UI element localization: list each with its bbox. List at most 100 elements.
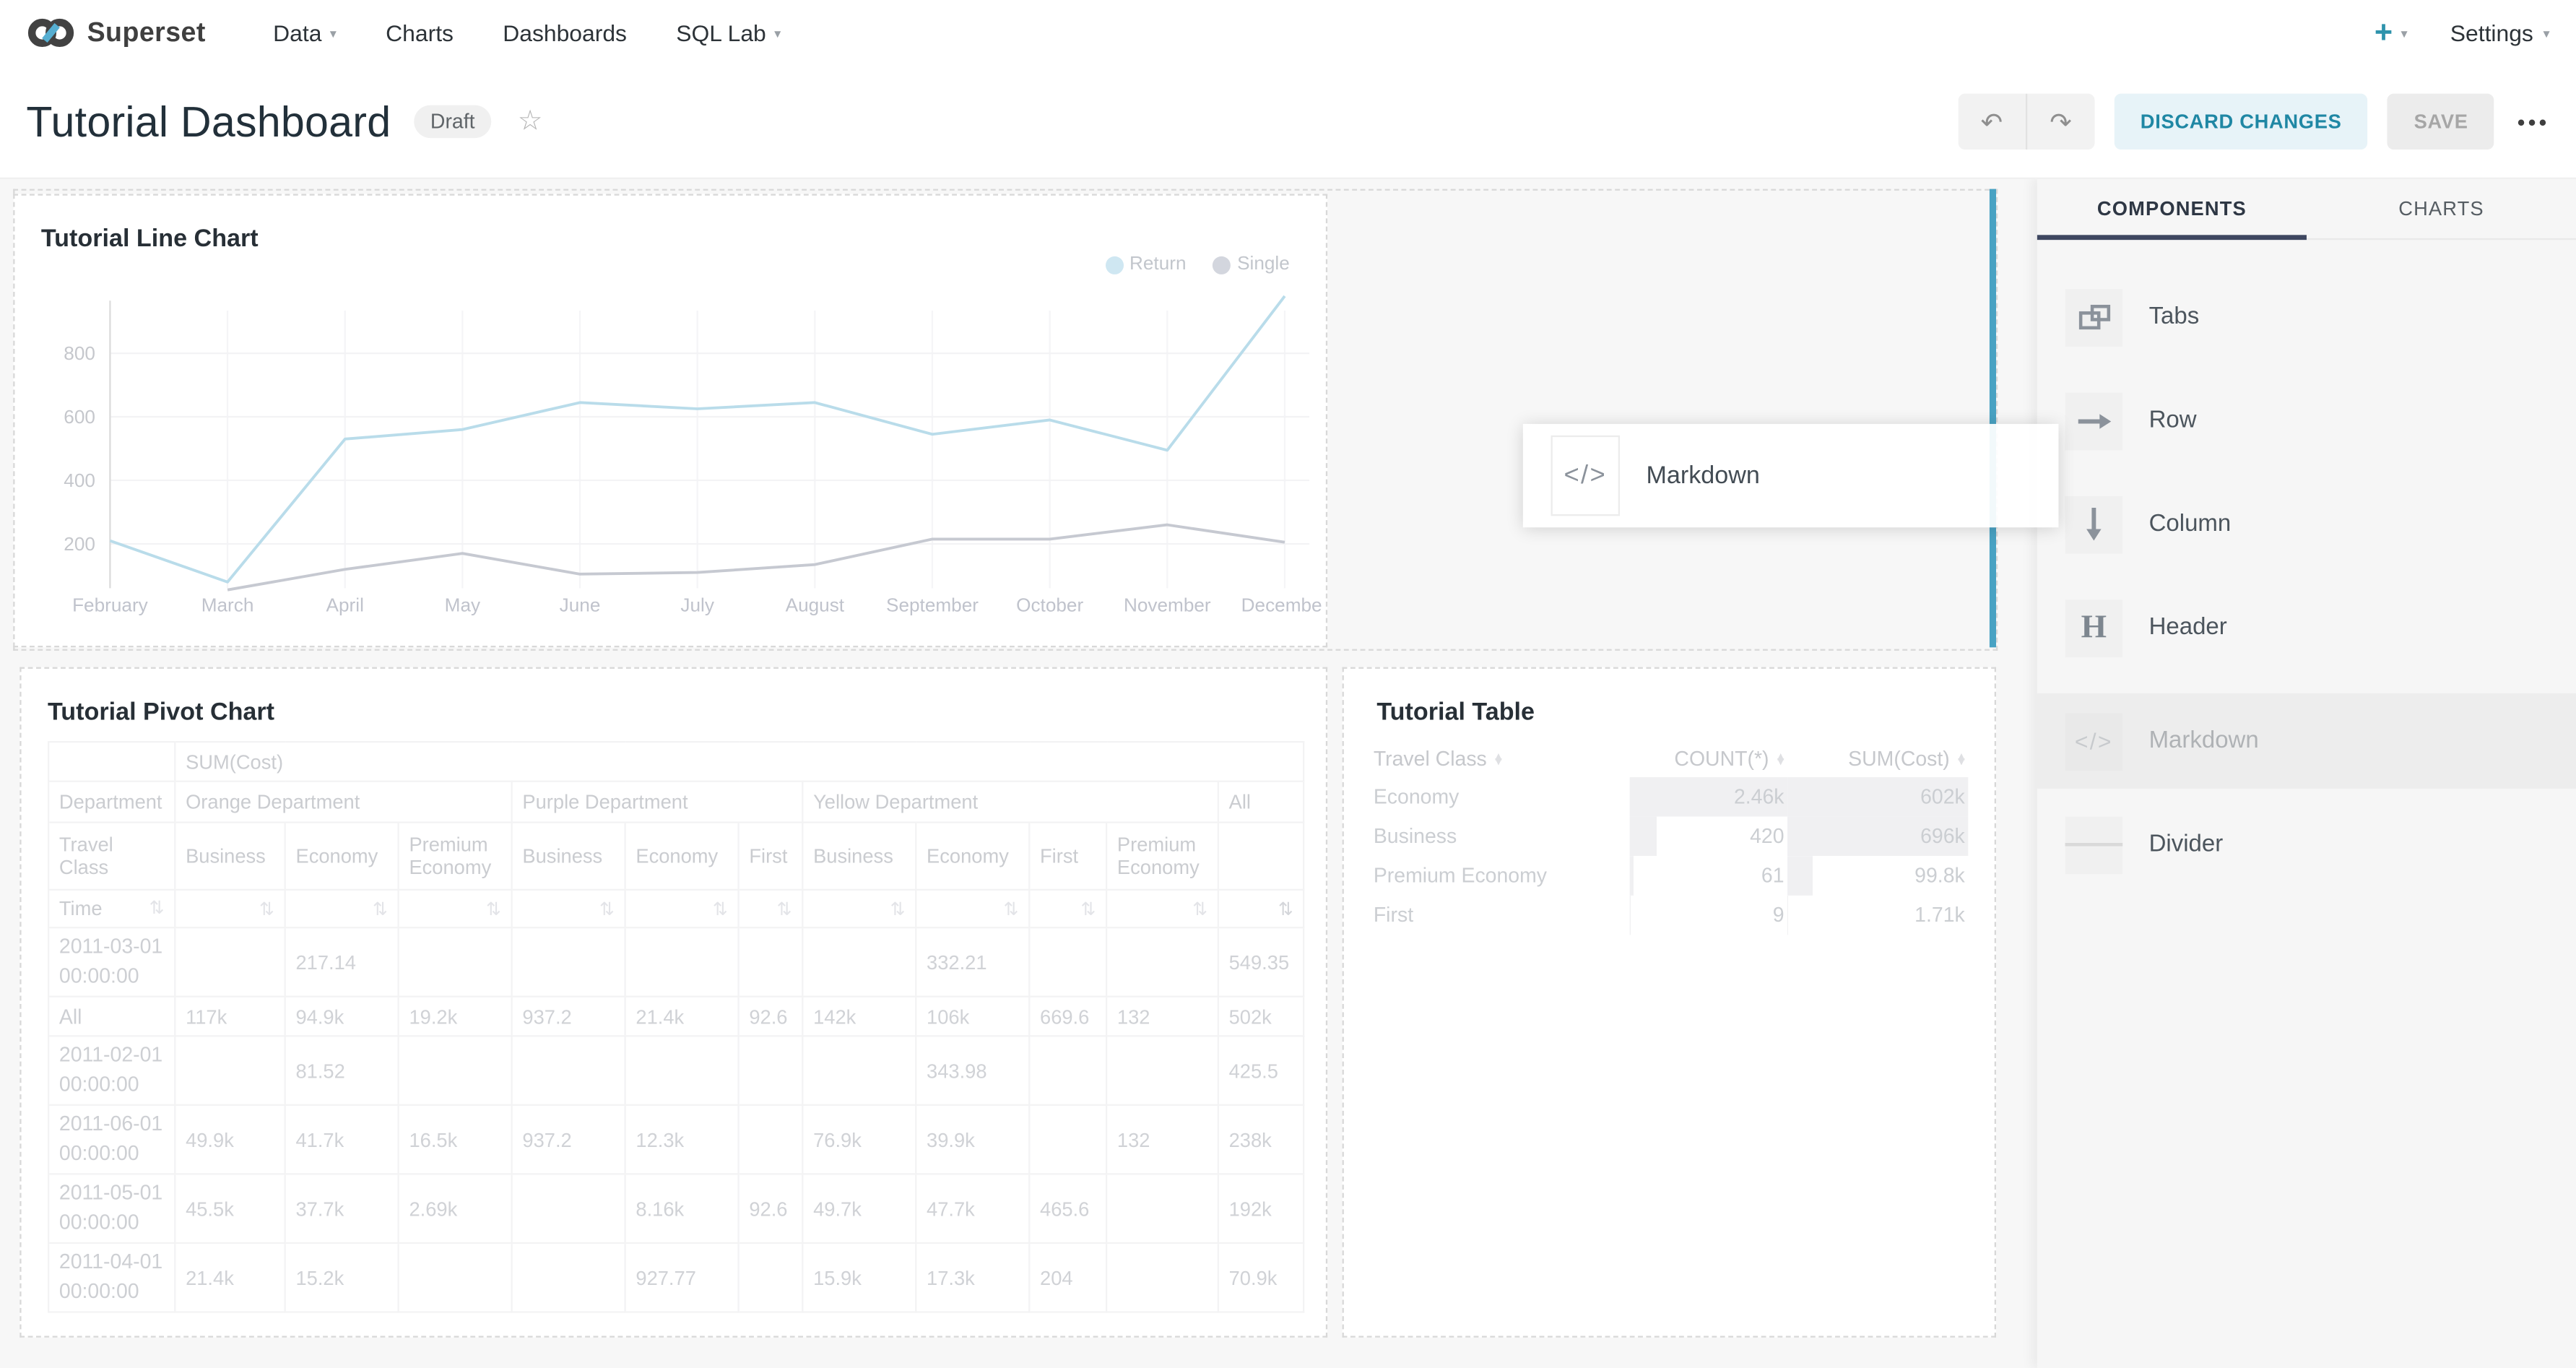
pivot-value-cell: 937.2: [512, 997, 625, 1036]
svg-text:August: August: [786, 594, 845, 615]
travel-table-wrap: Travel Class▲▼COUNT(*)▲▼SUM(Cost)▲▼Econo…: [1370, 741, 1968, 935]
pivot-chart-card[interactable]: Tutorial Pivot Chart SUM(Cost)Department…: [19, 667, 1327, 1338]
pivot-class-cell: Economy: [285, 823, 399, 890]
nav-item-dashboards[interactable]: Dashboards: [478, 20, 651, 46]
pivot-sort-cell[interactable]: ⇅: [512, 890, 625, 927]
pivot-value-cell: 41.7k: [285, 1105, 399, 1174]
component-item-header[interactable]: HHeader: [2037, 590, 2576, 666]
svg-text:July: July: [680, 594, 714, 615]
pivot-sort-cell[interactable]: ⇅: [625, 890, 739, 927]
sum-cell: 696k: [1787, 817, 1968, 857]
svg-text:November: November: [1124, 594, 1211, 615]
pivot-value-cell: 192k: [1218, 1174, 1304, 1243]
sort-icon[interactable]: ⇅: [1003, 898, 1018, 919]
tab-charts[interactable]: CHARTS: [2307, 178, 2576, 238]
pivot-value-cell: [1106, 1036, 1218, 1105]
pivot-value-cell: 19.2k: [399, 997, 512, 1036]
pivot-sort-cell[interactable]: ⇅: [1106, 890, 1218, 927]
sort-icon[interactable]: ⇅: [1080, 898, 1096, 919]
nav-item-charts[interactable]: Charts: [361, 20, 478, 46]
component-item-tabs[interactable]: Tabs: [2037, 280, 2576, 355]
pivot-sort-cell[interactable]: ⇅: [399, 890, 512, 927]
pivot-sort-cell[interactable]: ⇅: [739, 890, 803, 927]
nav-item-data[interactable]: Data▾: [248, 20, 361, 46]
discard-changes-button[interactable]: DISCARD CHANGES: [2114, 94, 2368, 150]
pivot-sort-cell[interactable]: ⇅: [285, 890, 399, 927]
table-column-header[interactable]: COUNT(*)▲▼: [1630, 741, 1787, 777]
sort-icon[interactable]: ⇅: [1192, 898, 1207, 919]
component-slot-tabs: Tabs: [2037, 280, 2576, 383]
sort-icon[interactable]: ⇅: [599, 898, 615, 919]
component-item-row[interactable]: Row: [2037, 383, 2576, 459]
pivot-value-cell: [1029, 1105, 1106, 1174]
plus-icon: +: [2375, 17, 2393, 48]
component-item-markdown[interactable]: </>Markdown: [2037, 704, 2576, 779]
tabs-icon: [2065, 288, 2123, 346]
nav-right: + ▾ Settings ▾: [2375, 17, 2550, 48]
pivot-time-header[interactable]: Time⇅: [48, 890, 175, 927]
markdown-drag-ghost[interactable]: </> Markdown: [1523, 424, 2059, 527]
line-chart-plot: 200400600800FebruaryMarchAprilMayJuneJul…: [14, 196, 1322, 643]
pivot-row-label: 2011-05-0100:00:00: [48, 1174, 175, 1243]
pivot-value-cell: 39.9k: [916, 1105, 1029, 1174]
pivot-class-cell: First: [739, 823, 803, 890]
component-slot-row: Row: [2037, 383, 2576, 486]
sort-icon[interactable]: ⇅: [890, 898, 905, 919]
pivot-data-row: 2011-05-0100:00:0045.5k37.7k2.69k8.16k92…: [48, 1174, 1304, 1243]
component-slot-column: Column: [2037, 486, 2576, 589]
pivot-metric-header: SUM(Cost): [175, 742, 1304, 782]
sort-icon[interactable]: ⇅: [1278, 898, 1293, 919]
favorite-star-icon[interactable]: ☆: [518, 105, 543, 138]
pivot-value-cell: 8.16k: [625, 1174, 739, 1243]
header-icon: H: [2065, 599, 2123, 657]
settings-menu[interactable]: Settings ▾: [2450, 20, 2550, 46]
pivot-value-cell: [399, 1243, 512, 1312]
superset-dashboard-edit-page: Superset Data▾Charts Dashboards SQL Lab▾ +…: [0, 0, 2576, 1368]
table-row: Premium Economy6199.8k: [1370, 856, 1968, 896]
redo-button[interactable]: ↷: [2027, 94, 2094, 150]
save-button[interactable]: SAVE: [2388, 94, 2494, 150]
pivot-value-cell: 92.6: [739, 1174, 803, 1243]
svg-text:April: April: [326, 594, 364, 615]
nav-menu: Data▾Charts Dashboards SQL Lab▾: [248, 20, 805, 46]
pivot-sort-cell[interactable]: ⇅: [1218, 890, 1304, 927]
table-column-header[interactable]: Travel Class▲▼: [1370, 741, 1629, 777]
pivot-department-label: Department: [48, 782, 175, 823]
table-column-header[interactable]: SUM(Cost)▲▼: [1787, 741, 1968, 777]
sort-icon[interactable]: ⇅: [373, 898, 388, 919]
line-chart-card[interactable]: Tutorial Line Chart ReturnSingle 2004006…: [13, 194, 1327, 647]
dashboard-header: Tutorial Dashboard Draft ☆ ↶ ↷ DISCARD C…: [0, 66, 2576, 179]
pivot-sort-cell[interactable]: ⇅: [1029, 890, 1106, 927]
component-item-divider[interactable]: Divider: [2037, 807, 2576, 883]
more-options-icon[interactable]: •••: [2518, 109, 2550, 134]
infinity-logo-icon: [26, 17, 75, 49]
pivot-sort-cell[interactable]: ⇅: [916, 890, 1029, 927]
pivot-value-cell: 106k: [916, 997, 1029, 1036]
pivot-value-cell: 94.9k: [285, 997, 399, 1036]
tab-components[interactable]: COMPONENTS: [2037, 178, 2307, 238]
pivot-value-cell: 15.9k: [802, 1243, 916, 1312]
pivot-value-cell: 204: [1029, 1243, 1106, 1312]
component-slot-header: HHeader: [2037, 590, 2576, 693]
sort-icon[interactable]: ⇅: [486, 898, 501, 919]
pivot-sort-cell[interactable]: ⇅: [802, 890, 916, 927]
chart-title: Tutorial Pivot Chart: [48, 698, 274, 727]
sort-icon[interactable]: ⇅: [713, 898, 728, 919]
table-chart-card[interactable]: Tutorial Table Travel Class▲▼COUNT(*)▲▼S…: [1343, 667, 1996, 1338]
superset-logo[interactable]: Superset: [26, 17, 205, 49]
pivot-value-cell: [739, 1105, 803, 1174]
component-item-column[interactable]: Column: [2037, 486, 2576, 562]
undo-button[interactable]: ↶: [1958, 94, 2027, 150]
pivot-sort-cell[interactable]: ⇅: [175, 890, 285, 927]
new-item-button[interactable]: + ▾: [2375, 17, 2408, 48]
drop-indicator-line: [1990, 189, 1996, 648]
nav-item-label: SQL Lab: [676, 20, 766, 46]
table-row: First91.71k: [1370, 896, 1968, 935]
nav-item-label: Dashboards: [503, 20, 627, 46]
pivot-time-row: Time⇅⇅⇅⇅⇅⇅⇅⇅⇅⇅⇅⇅: [48, 890, 1304, 927]
sort-icon[interactable]: ⇅: [777, 898, 792, 919]
brand-name: Superset: [87, 17, 206, 48]
sort-icon[interactable]: ⇅: [149, 897, 165, 919]
sort-icon[interactable]: ⇅: [259, 898, 274, 919]
nav-item-sql-lab[interactable]: SQL Lab▾: [651, 20, 805, 46]
